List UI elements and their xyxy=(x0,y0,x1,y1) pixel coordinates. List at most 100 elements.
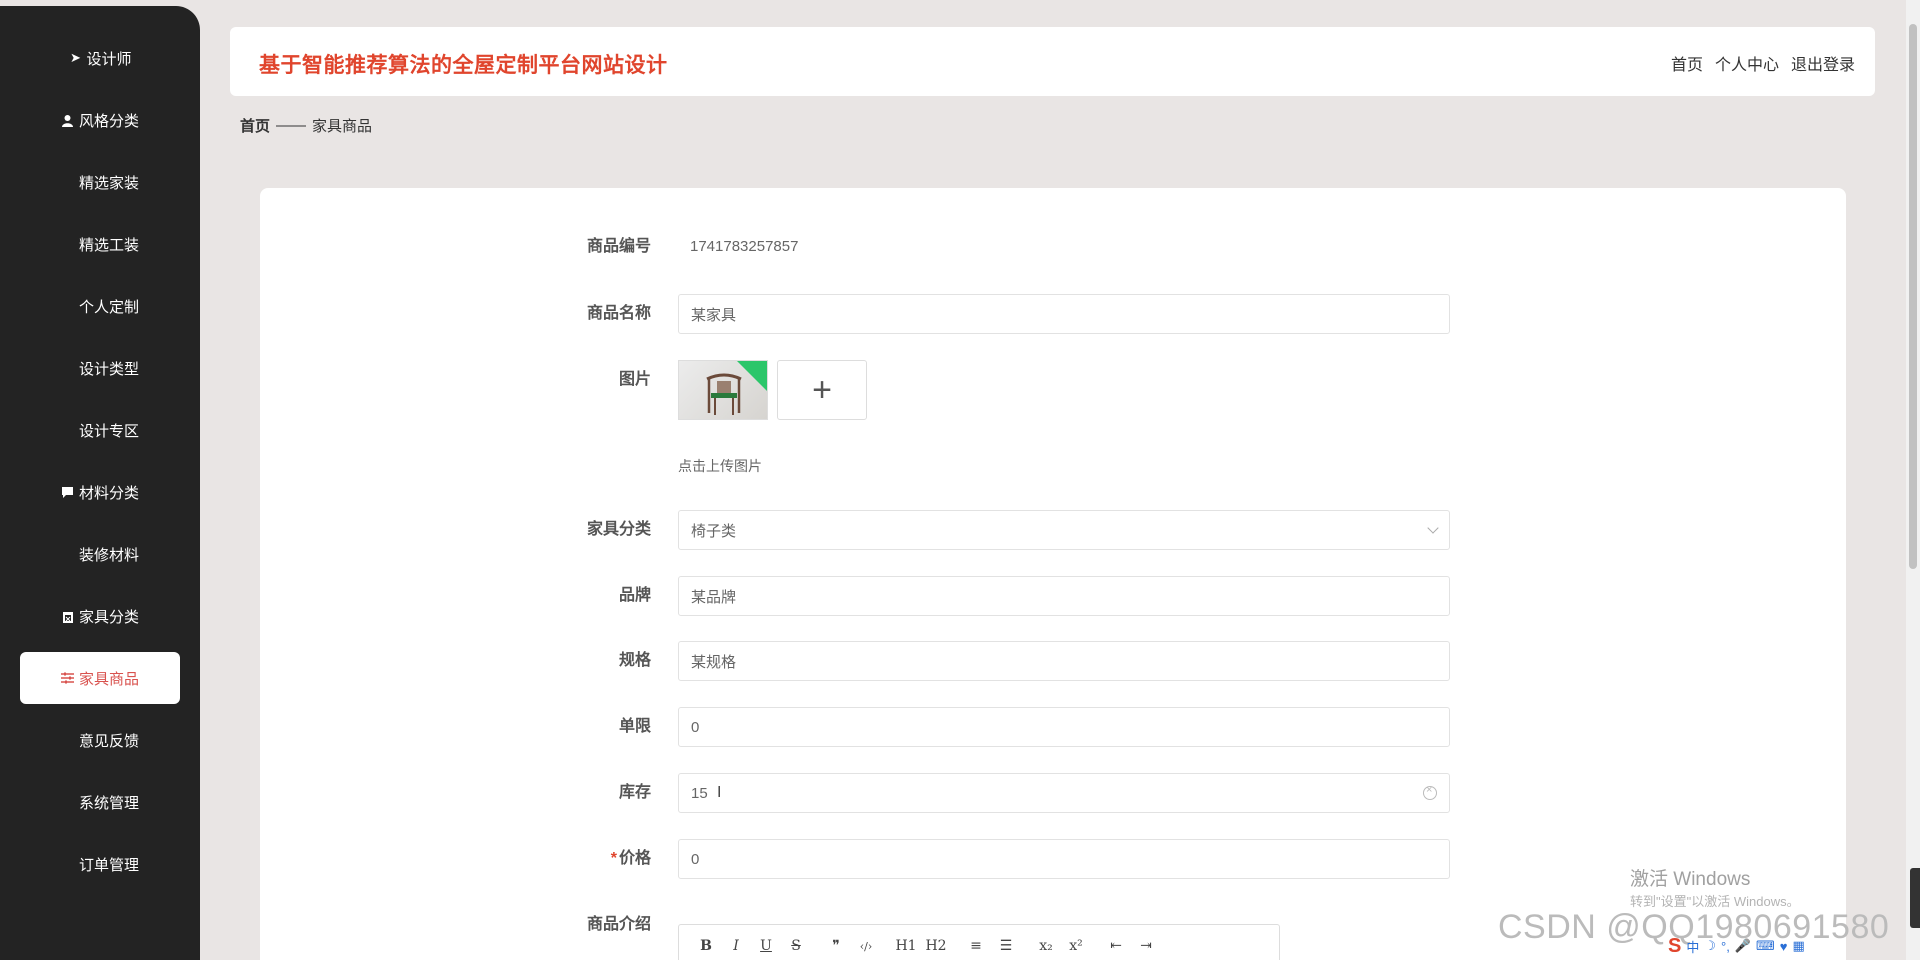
category-select-value: 椅子类 xyxy=(691,522,737,540)
rich-text-toolbar: B I U S ❞ ‹/› H1 H2 ≡ ☰ x₂ x² ⇤ ⇥ xyxy=(678,924,1280,960)
sidebar-item-furniture-category[interactable]: 家具分类 xyxy=(20,590,180,642)
ime-keyboard-icon[interactable]: ⌨ xyxy=(1756,938,1775,954)
brand-input-value: 某品牌 xyxy=(691,588,737,606)
bold-button[interactable]: B xyxy=(693,933,719,959)
sidebar-item-design-type[interactable]: 设计类型 xyxy=(20,342,180,394)
header: 基于智能推荐算法的全屋定制平台网站设计 首页 个人中心 退出登录 xyxy=(230,27,1875,96)
scrollbar-thumb[interactable] xyxy=(1909,24,1917,569)
h2-button[interactable]: H2 xyxy=(923,933,949,959)
grid-icon xyxy=(61,547,75,561)
nav-home-link[interactable]: 首页 xyxy=(1671,51,1703,75)
code-label: 商品编号 xyxy=(586,238,651,255)
price-label: * 价格 xyxy=(531,839,651,879)
form-row-brand: 品牌 某品牌 xyxy=(260,576,1846,616)
ordered-list-button[interactable]: ≡ xyxy=(963,933,989,959)
spec-input[interactable]: 某规格 xyxy=(678,641,1450,681)
ime-mic-icon[interactable]: 🎤 xyxy=(1735,938,1751,954)
outdent-button[interactable]: ⇤ xyxy=(1103,933,1129,959)
sidebar-item-design-zone[interactable]: 设计专区 xyxy=(20,404,180,456)
name-input[interactable]: 某家具 xyxy=(678,294,1450,334)
sidebar-item-selected-home-decor[interactable]: 精选家装 xyxy=(20,156,180,208)
form-row-code: 商品编号 1741783257857 xyxy=(260,227,1846,267)
ime-punctuation-icon[interactable]: °, xyxy=(1721,939,1730,954)
sogou-ime-icon[interactable]: S xyxy=(1668,935,1681,958)
limit-label: 单限 xyxy=(618,718,651,735)
category-label: 家具分类 xyxy=(586,521,651,538)
sidebar-item-system-management[interactable]: 系统管理 xyxy=(20,776,180,828)
price-input-value: 0 xyxy=(691,850,700,868)
sidebar-item-label: 设计专区 xyxy=(78,422,139,440)
breadcrumb-separator: —— xyxy=(276,117,307,134)
grid-icon xyxy=(61,795,75,809)
code-value: 1741783257857 xyxy=(690,238,799,255)
sidebar-item-label: 材料分类 xyxy=(78,484,139,502)
list-icon xyxy=(61,857,75,871)
sidebar-item-label: 家具分类 xyxy=(78,608,139,626)
code-button[interactable]: ‹/› xyxy=(853,933,879,959)
name-label: 商品名称 xyxy=(586,305,651,322)
breadcrumb-home[interactable]: 首页 xyxy=(240,115,270,136)
sidebar-item-decoration-material[interactable]: 装修材料 xyxy=(20,528,180,580)
sidebar-item-selected-workspace[interactable]: 精选工装 xyxy=(20,218,180,270)
grid-icon xyxy=(61,733,75,747)
nav-profile-link[interactable]: 个人中心 xyxy=(1715,51,1779,75)
spec-label: 规格 xyxy=(618,652,651,669)
underline-button[interactable]: U xyxy=(753,933,779,959)
sidebar-item-label: 个人定制 xyxy=(78,298,139,316)
form-row-limit: 单限 0 xyxy=(260,707,1846,747)
image-label: 图片 xyxy=(618,371,651,388)
grid-icon xyxy=(61,299,75,313)
category-select[interactable]: 椅子类 xyxy=(678,510,1450,550)
sidebar-item-label: 装修材料 xyxy=(78,546,139,564)
stock-input[interactable]: 15 I xyxy=(678,773,1450,813)
breadcrumb-current: 家具商品 xyxy=(312,118,373,135)
strike-button[interactable]: S xyxy=(783,933,809,959)
limit-input[interactable]: 0 xyxy=(678,707,1450,747)
brand-input[interactable]: 某品牌 xyxy=(678,576,1450,616)
ime-skin-icon[interactable]: ♥ xyxy=(1780,939,1788,954)
site-title: 基于智能推荐算法的全屋定制平台网站设计 xyxy=(259,54,668,77)
sidebar-item-order-management[interactable]: 订单管理 xyxy=(20,838,180,890)
ime-chinese-mode-icon[interactable]: 中 xyxy=(1686,937,1699,956)
subscript-button[interactable]: x₂ xyxy=(1033,933,1059,959)
sidebar-item-label: 订单管理 xyxy=(78,856,139,874)
h1-button[interactable]: H1 xyxy=(893,933,919,959)
brand-label: 品牌 xyxy=(618,587,651,604)
add-image-button[interactable]: + xyxy=(777,360,867,420)
sidebar-item-style-category[interactable]: 风格分类 xyxy=(20,94,180,146)
sidebar-item-designer[interactable]: ➤ 设计师 xyxy=(20,32,180,84)
ime-toolbar: S 中 ☽ °, 🎤 ⌨ ♥ ▦ xyxy=(1668,934,1906,958)
sidebar-item-personal-custom[interactable]: 个人定制 xyxy=(20,280,180,332)
sidebar-item-furniture-goods[interactable]: 家具商品 xyxy=(20,652,180,704)
windows-activation-watermark: 激活 Windows xyxy=(1630,869,1751,890)
grid-icon xyxy=(61,361,75,375)
intro-label: 商品介绍 xyxy=(586,916,651,933)
form-row-price: * 价格 0 xyxy=(260,839,1846,879)
sidebar: ➤ 设计师 风格分类 精选家装 精选工装 个人定制 设计类型 设计专区 材料分类… xyxy=(0,6,200,960)
bullet-list-button[interactable]: ☰ xyxy=(993,933,1019,959)
italic-button[interactable]: I xyxy=(723,933,749,959)
text-cursor-icon: I xyxy=(717,784,722,801)
ime-grid-icon[interactable]: ▦ xyxy=(1793,938,1805,954)
form-row-image: 图片 xyxy=(260,360,1846,400)
form-row-category: 家具分类 椅子类 xyxy=(260,510,1846,550)
sidebar-item-feedback[interactable]: 意见反馈 xyxy=(20,714,180,766)
indent-button[interactable]: ⇥ xyxy=(1133,933,1159,959)
sidebar-item-label: 意见反馈 xyxy=(78,732,139,750)
side-panel-tab[interactable] xyxy=(1910,868,1920,928)
form-row-stock: 库存 15 I xyxy=(260,773,1846,813)
quote-button[interactable]: ❞ xyxy=(823,933,849,959)
top-nav: 首页 个人中心 退出登录 xyxy=(1671,51,1855,75)
price-input[interactable]: 0 xyxy=(678,839,1450,879)
sidebar-item-label: 精选工装 xyxy=(78,236,139,254)
ime-moon-icon[interactable]: ☽ xyxy=(1704,938,1716,954)
breadcrumb: 首页 —— 家具商品 xyxy=(240,115,372,136)
product-image-thumbnail[interactable] xyxy=(678,360,768,420)
name-input-value: 某家具 xyxy=(691,306,737,324)
sidebar-item-material-category[interactable]: 材料分类 xyxy=(20,466,180,518)
clear-icon[interactable] xyxy=(1423,784,1437,800)
nav-logout-link[interactable]: 退出登录 xyxy=(1791,51,1855,75)
upload-tip[interactable]: 点击上传图片 xyxy=(678,456,762,476)
superscript-button[interactable]: x² xyxy=(1063,933,1089,959)
page-scrollbar[interactable] xyxy=(1906,0,1920,960)
